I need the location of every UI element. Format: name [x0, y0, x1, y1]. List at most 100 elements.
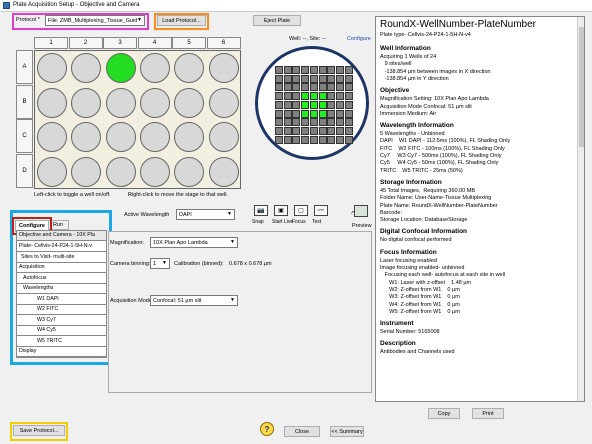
- site-cell[interactable]: [309, 83, 318, 92]
- well-d4[interactable]: [139, 156, 170, 187]
- focus-button[interactable]: Focus: [292, 219, 306, 225]
- plate-column-header[interactable]: 1: [34, 37, 68, 49]
- tree-item[interactable]: W3 Cy7: [17, 316, 106, 326]
- site-cell[interactable]: [292, 126, 301, 135]
- site-cell[interactable]: [309, 100, 318, 109]
- plate-row-header[interactable]: C: [16, 119, 33, 154]
- site-cell[interactable]: [292, 92, 301, 101]
- site-cell[interactable]: [335, 100, 344, 109]
- well-b1[interactable]: [37, 87, 67, 118]
- summary-button[interactable]: << Summary: [330, 426, 364, 437]
- help-icon[interactable]: ?: [260, 422, 274, 436]
- site-cell[interactable]: [335, 83, 344, 92]
- acquisition-mode-dropdown[interactable]: Confocal: 51 µm slit ▼: [150, 295, 238, 306]
- start-live-icon[interactable]: ▣: [274, 205, 288, 216]
- well-d3[interactable]: [105, 156, 136, 187]
- site-cell[interactable]: [301, 74, 310, 83]
- site-cell[interactable]: [327, 74, 336, 83]
- well-d2[interactable]: [71, 156, 102, 187]
- site-cell[interactable]: [327, 100, 336, 109]
- site-cell[interactable]: [292, 66, 301, 74]
- site-cell[interactable]: [344, 74, 353, 83]
- site-cell[interactable]: [318, 66, 327, 74]
- well-a2[interactable]: [71, 53, 102, 83]
- binning-dropdown[interactable]: 1 ▼: [150, 258, 170, 269]
- site-cell[interactable]: [318, 74, 327, 83]
- site-cell[interactable]: [335, 118, 344, 127]
- site-cell[interactable]: [327, 118, 336, 127]
- site-cell[interactable]: [327, 126, 336, 135]
- close-button[interactable]: Close: [284, 426, 320, 437]
- site-cell[interactable]: [318, 109, 327, 118]
- test-icon[interactable]: 👓: [314, 205, 328, 216]
- save-protocol-button[interactable]: Save Protocol...: [13, 425, 65, 436]
- site-cell[interactable]: [292, 83, 301, 92]
- protocol-dropdown[interactable]: File: ZMB_Multiplexing_Tissue_Guid ▼: [45, 15, 145, 26]
- site-cell[interactable]: [292, 74, 301, 83]
- site-cell[interactable]: [327, 135, 336, 144]
- well-b2[interactable]: [71, 87, 102, 118]
- site-cell[interactable]: [309, 126, 318, 135]
- site-cell[interactable]: [327, 83, 336, 92]
- snap-button[interactable]: Snap: [252, 219, 264, 225]
- site-cell[interactable]: [327, 109, 336, 118]
- well-c6[interactable]: [208, 122, 239, 152]
- plate-column-header[interactable]: 6: [206, 37, 241, 49]
- site-cell[interactable]: [344, 100, 353, 109]
- plate-row-header[interactable]: A: [16, 50, 33, 84]
- site-cell[interactable]: [283, 83, 292, 92]
- tree-item[interactable]: Acquisition: [17, 263, 106, 273]
- site-cell[interactable]: [301, 135, 310, 144]
- plate-column-header[interactable]: 2: [68, 37, 103, 49]
- copy-button[interactable]: Copy: [428, 408, 460, 419]
- site-cell[interactable]: [344, 92, 353, 101]
- site-cell[interactable]: [283, 109, 292, 118]
- site-cell[interactable]: [344, 135, 353, 144]
- site-cell[interactable]: [283, 66, 292, 74]
- well-b4[interactable]: [139, 87, 170, 118]
- well-b6[interactable]: [208, 87, 239, 118]
- site-cell[interactable]: [275, 118, 283, 127]
- well-c2[interactable]: [71, 122, 102, 152]
- site-cell[interactable]: [292, 109, 301, 118]
- well-c1[interactable]: [37, 122, 67, 152]
- well-a4[interactable]: [139, 53, 170, 83]
- site-cell[interactable]: [283, 74, 292, 83]
- site-cell[interactable]: [344, 118, 353, 127]
- site-cell[interactable]: [275, 126, 283, 135]
- magnification-dropdown[interactable]: 10X Plan Apo Lambda ▼: [150, 237, 238, 248]
- well-d6[interactable]: [208, 156, 239, 187]
- well-c5[interactable]: [174, 122, 205, 152]
- site-cell[interactable]: [275, 83, 283, 92]
- site-cell[interactable]: [309, 92, 318, 101]
- site-cell[interactable]: [301, 83, 310, 92]
- well-c3[interactable]: [105, 122, 136, 152]
- scrollbar-thumb[interactable]: [579, 27, 584, 147]
- active-wavelength-dropdown[interactable]: DAPI ▼: [176, 209, 235, 220]
- site-cell[interactable]: [318, 83, 327, 92]
- site-cell[interactable]: [283, 118, 292, 127]
- site-cell[interactable]: [292, 118, 301, 127]
- site-cell[interactable]: [275, 100, 283, 109]
- preview-icon[interactable]: [354, 205, 368, 217]
- configure-link[interactable]: Configure: [347, 36, 371, 42]
- site-cell[interactable]: [318, 92, 327, 101]
- tree-item[interactable]: W4 Cy5: [17, 326, 106, 336]
- print-button[interactable]: Print: [472, 408, 504, 419]
- start-live-button[interactable]: Start Live: [272, 219, 293, 225]
- well-d1[interactable]: [37, 156, 67, 187]
- site-cell[interactable]: [283, 92, 292, 101]
- well-c4[interactable]: [139, 122, 170, 152]
- site-cell[interactable]: [283, 135, 292, 144]
- well-a3[interactable]: [105, 53, 136, 83]
- test-button[interactable]: Test: [312, 219, 321, 225]
- site-cell[interactable]: [335, 135, 344, 144]
- site-cell[interactable]: [344, 83, 353, 92]
- site-cell[interactable]: [275, 109, 283, 118]
- site-cell[interactable]: [335, 92, 344, 101]
- well-a1[interactable]: [37, 53, 67, 83]
- plate-row-header[interactable]: B: [16, 84, 33, 119]
- site-cell[interactable]: [318, 118, 327, 127]
- tree-item[interactable]: Plate- Cellvis-24-P24-1-5H-N-v: [17, 242, 106, 252]
- tree-item[interactable]: W5 TRITC: [17, 337, 106, 347]
